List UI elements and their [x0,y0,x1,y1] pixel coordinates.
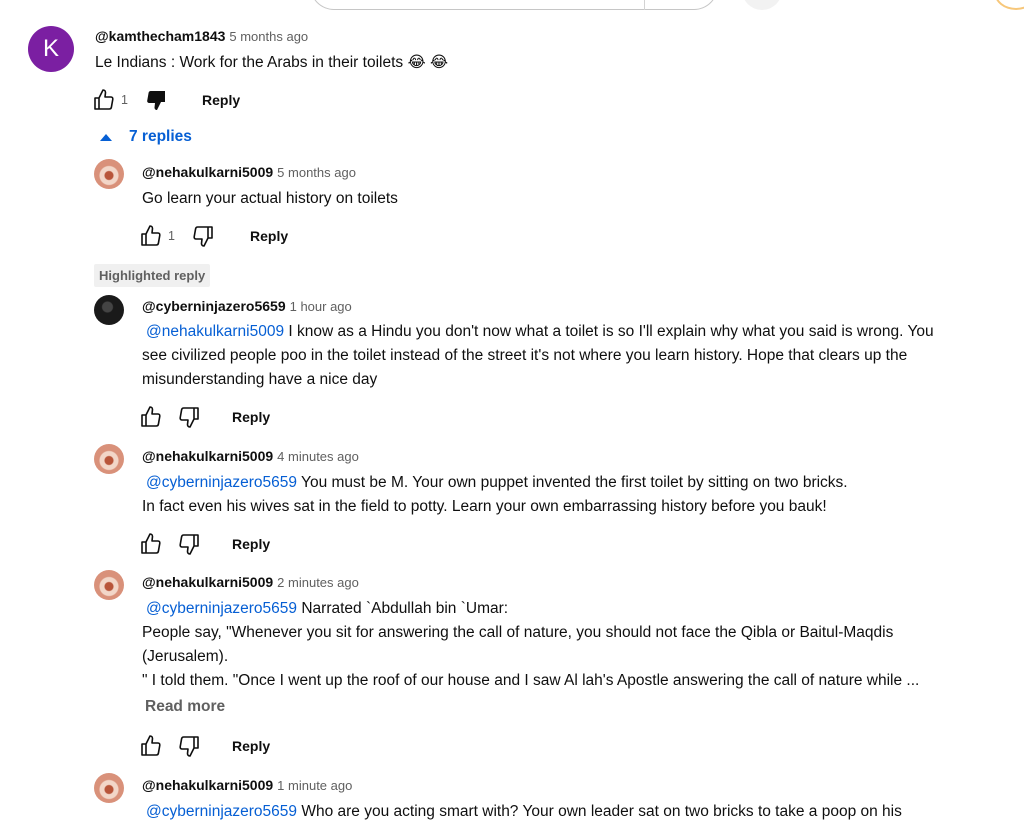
dislike-icon[interactable] [144,88,168,112]
reply-text-line: (Jerusalem). [142,648,229,665]
reply-text-line: @cyberninjazero5659 You must be M. Your … [146,471,848,495]
reply-text: I know as a Hindu you don't now what a t… [284,323,934,340]
like-icon[interactable] [139,405,163,429]
reply-text-line: @cyberninjazero5659 Narrated `Abdullah b… [146,597,508,621]
reply-time[interactable]: 5 months ago [277,165,356,180]
avatar[interactable] [94,444,124,474]
avatar[interactable] [94,295,124,325]
reply-text-line: @cyberninjazero5659 Who are you acting s… [146,800,902,824]
reply-actions: 1 [139,223,215,249]
highlighted-reply-badge: Highlighted reply [94,264,211,287]
voice-search-button[interactable] [742,0,782,10]
reply-time[interactable]: 4 minutes ago [277,449,359,464]
reply-text-line: misunderstanding have a nice day [142,371,378,388]
comment-text: Le Indians : Work for the Arabs in their… [95,54,448,71]
reply-text-line: see civilized people poo in the toilet i… [142,347,908,364]
mention-link[interactable]: @cyberninjazero5659 [146,600,297,617]
top-right-icon [994,0,1024,10]
author-handle[interactable]: @kamthecham1843 [95,28,225,44]
reply-actions [139,531,201,557]
like-count: 1 [121,93,128,107]
reply-author[interactable]: @cyberninjazero5659 1 hour ago [142,298,352,314]
reply-text-line: In fact even his wives sat in the field … [142,498,827,515]
reply-button[interactable]: Reply [250,228,288,244]
reply-button[interactable]: Reply [202,92,240,108]
like-icon[interactable] [139,224,163,248]
author-handle[interactable]: @nehakulkarni5009 [142,164,273,180]
mention-link[interactable]: @cyberninjazero5659 [146,803,297,820]
reply-button[interactable]: Reply [232,738,270,754]
reply-author[interactable]: @nehakulkarni5009 2 minutes ago [142,574,359,590]
reply-time[interactable]: 2 minutes ago [277,575,359,590]
reply-text: Go learn your actual history on toilets [142,190,398,207]
comment-time[interactable]: 5 months ago [229,29,308,44]
avatar-letter: K [42,35,59,62]
mention-link[interactable]: @cyberninjazero5659 [146,474,297,491]
avatar[interactable]: K [28,26,74,72]
author-handle[interactable]: @nehakulkarni5009 [142,574,273,590]
reply-button[interactable]: Reply [232,409,270,425]
search-divider [644,0,645,10]
reply-author[interactable]: @nehakulkarni5009 1 minute ago [142,777,352,793]
reply-author[interactable]: @nehakulkarni5009 5 months ago [142,164,356,180]
like-icon[interactable] [139,734,163,758]
read-more-button[interactable]: Read more [145,698,225,716]
reply-button[interactable]: Reply [232,536,270,552]
author-handle[interactable]: @cyberninjazero5659 [142,298,286,314]
reply-text-line: @nehakulkarni5009 I know as a Hindu you … [146,320,934,344]
mention-link[interactable]: @nehakulkarni5009 [146,323,284,340]
replies-toggle[interactable]: 7 replies [100,128,192,146]
reply-actions [139,733,201,759]
dislike-icon[interactable] [177,532,201,556]
search-box[interactable] [310,0,718,10]
reply-author[interactable]: @nehakulkarni5009 4 minutes ago [142,448,359,464]
reply-text: Narrated `Abdullah bin `Umar: [297,600,509,617]
dislike-icon[interactable] [177,405,201,429]
dislike-icon[interactable] [177,734,201,758]
reply-time[interactable]: 1 hour ago [290,299,352,314]
replies-count: 7 replies [129,128,192,145]
reply-time[interactable]: 1 minute ago [277,778,352,793]
avatar[interactable] [94,570,124,600]
like-icon[interactable] [139,532,163,556]
avatar[interactable] [94,773,124,803]
author-handle[interactable]: @nehakulkarni5009 [142,448,273,464]
reply-text: You must be M. Your own puppet invented … [297,474,848,491]
reply-text-line: " I told them. "Once I went up the roof … [142,672,920,689]
comment-actions: 1 [92,87,168,113]
avatar[interactable] [94,159,124,189]
chevron-up-icon [100,133,112,141]
like-count: 1 [168,229,175,243]
reply-actions [139,404,201,430]
like-icon[interactable] [92,88,116,112]
reply-text: Who are you acting smart with? Your own … [297,803,902,820]
dislike-icon[interactable] [191,224,215,248]
comment-author[interactable]: @kamthecham1843 5 months ago [95,28,308,44]
reply-text-line: People say, "Whenever you sit for answer… [142,624,894,641]
author-handle[interactable]: @nehakulkarni5009 [142,777,273,793]
